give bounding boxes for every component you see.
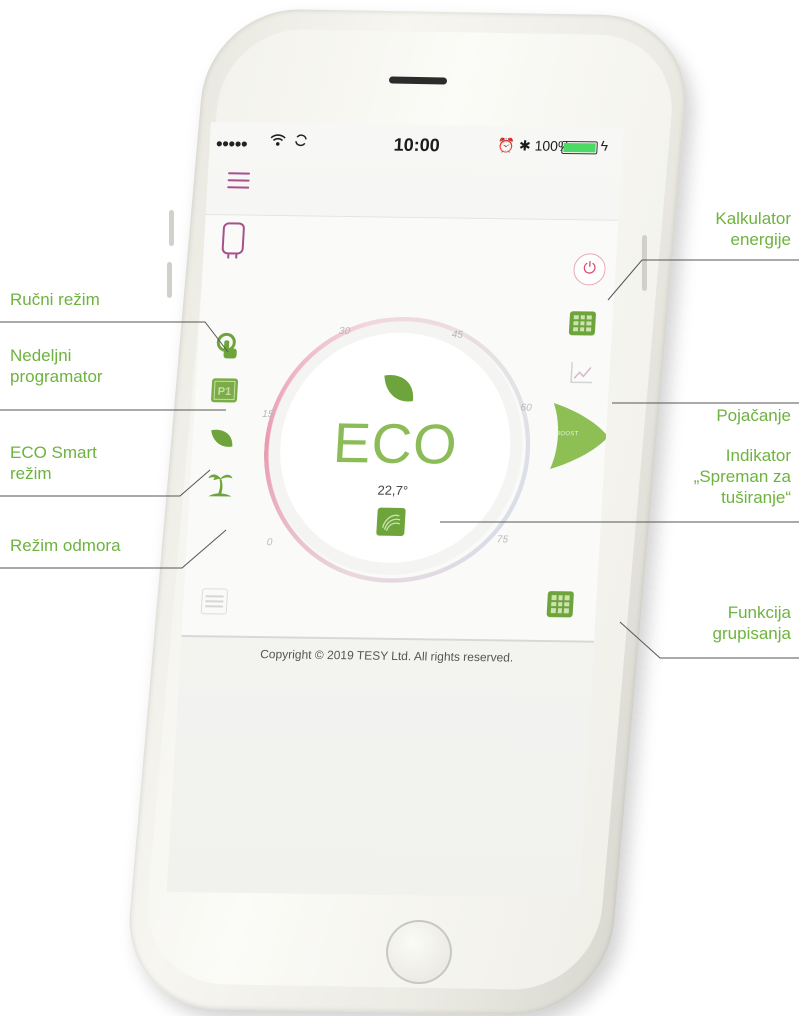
p1-program-icon: P1 [213,380,236,401]
tick-label: 45 [451,329,464,341]
wifi-icon [269,133,286,151]
callout-grouping-text: Funkcija grupisanja [712,603,791,643]
sliders-icon[interactable] [200,588,229,615]
holiday-mode-button[interactable] [205,470,235,498]
callout-holiday-mode: Režim odmora [10,536,121,555]
clock: 10:00 [393,134,441,156]
boost-button[interactable]: BOOST [546,402,612,470]
callout-weekly-programmer: Nedeljni programator [10,345,150,387]
calculator-icon [569,311,596,335]
power-side-button [642,235,647,291]
volume-button-down [167,262,172,298]
callout-eco-smart-text: ECO Smart režim [10,443,97,483]
svg-text:P1: P1 [217,386,231,398]
temperature-dial[interactable]: 0 15 30 45 60 75 ECO 22,7° [256,314,538,585]
energy-calculator-button[interactable] [568,311,597,336]
tick-label: 15 [261,408,274,421]
power-icon: ⏻ [582,260,597,278]
callout-eco-smart: ECO Smart režim [10,442,120,484]
weekly-programmer-button[interactable]: P1 [210,378,239,403]
battery-icon [561,140,598,155]
eco-smart-button[interactable] [208,426,235,450]
callout-energy-calculator-text: Kalkulator energije [715,209,791,249]
grouping-button[interactable] [546,591,574,618]
bluetooth-icon: ✱ [518,137,532,154]
hamburger-menu-icon[interactable] [227,172,251,189]
alarm-icon: ⏰ [497,137,516,154]
callout-boost: Pojačanje [716,406,791,425]
tick-label: 30 [338,325,351,338]
sync-icon [293,133,308,151]
callout-manual-mode: Ručni režim [10,290,100,309]
callout-shower-ready-text: Indikator „Spreman za tuširanje“ [693,446,791,507]
status-icons: ⏰ ✱ 100% [497,137,571,155]
signal-strength-icon: ●●●●● [215,136,248,151]
shower-ready-indicator[interactable] [376,507,406,536]
boost-label: BOOST [555,431,579,438]
copyright-text: Copyright © 2019 TESY Ltd. All rights re… [259,647,514,665]
leaf-icon [211,429,233,447]
tick-label: 60 [520,402,532,414]
statistics-button[interactable] [568,359,595,385]
eco-leaf-icon [384,375,413,402]
charging-icon: ϟ [600,137,609,154]
mode-label: ECO [331,410,460,476]
callout-weekly-programmer-text: Nedeljni programator [10,346,103,386]
app-screen: ●●●●● 10:00 ⏰ ✱ 100% ϟ ⏻ P1 0 15 30 45 6… [166,122,624,898]
earpiece-speaker [388,76,448,85]
volume-button-up [169,210,174,246]
palm-tree-icon [208,474,233,497]
status-bar: ●●●●● 10:00 ⏰ ✱ 100% ϟ [208,122,623,172]
hand-pointer-icon [216,332,237,359]
tick-label: 75 [496,534,509,546]
callout-energy-calculator: Kalkulator energije [671,208,791,250]
callout-grouping: Funkcija grupisanja [691,602,791,644]
shower-ready-icon [382,514,401,531]
line-chart-icon [570,362,593,384]
home-button[interactable] [386,920,452,984]
manual-mode-button[interactable] [213,332,241,360]
current-temperature: 22,7° [377,482,409,499]
water-heater-icon[interactable] [221,222,246,255]
tick-label: 0 [266,537,273,549]
grouping-icon [547,591,574,617]
callout-shower-ready: Indikator „Spreman za tuširanje“ [651,445,791,508]
